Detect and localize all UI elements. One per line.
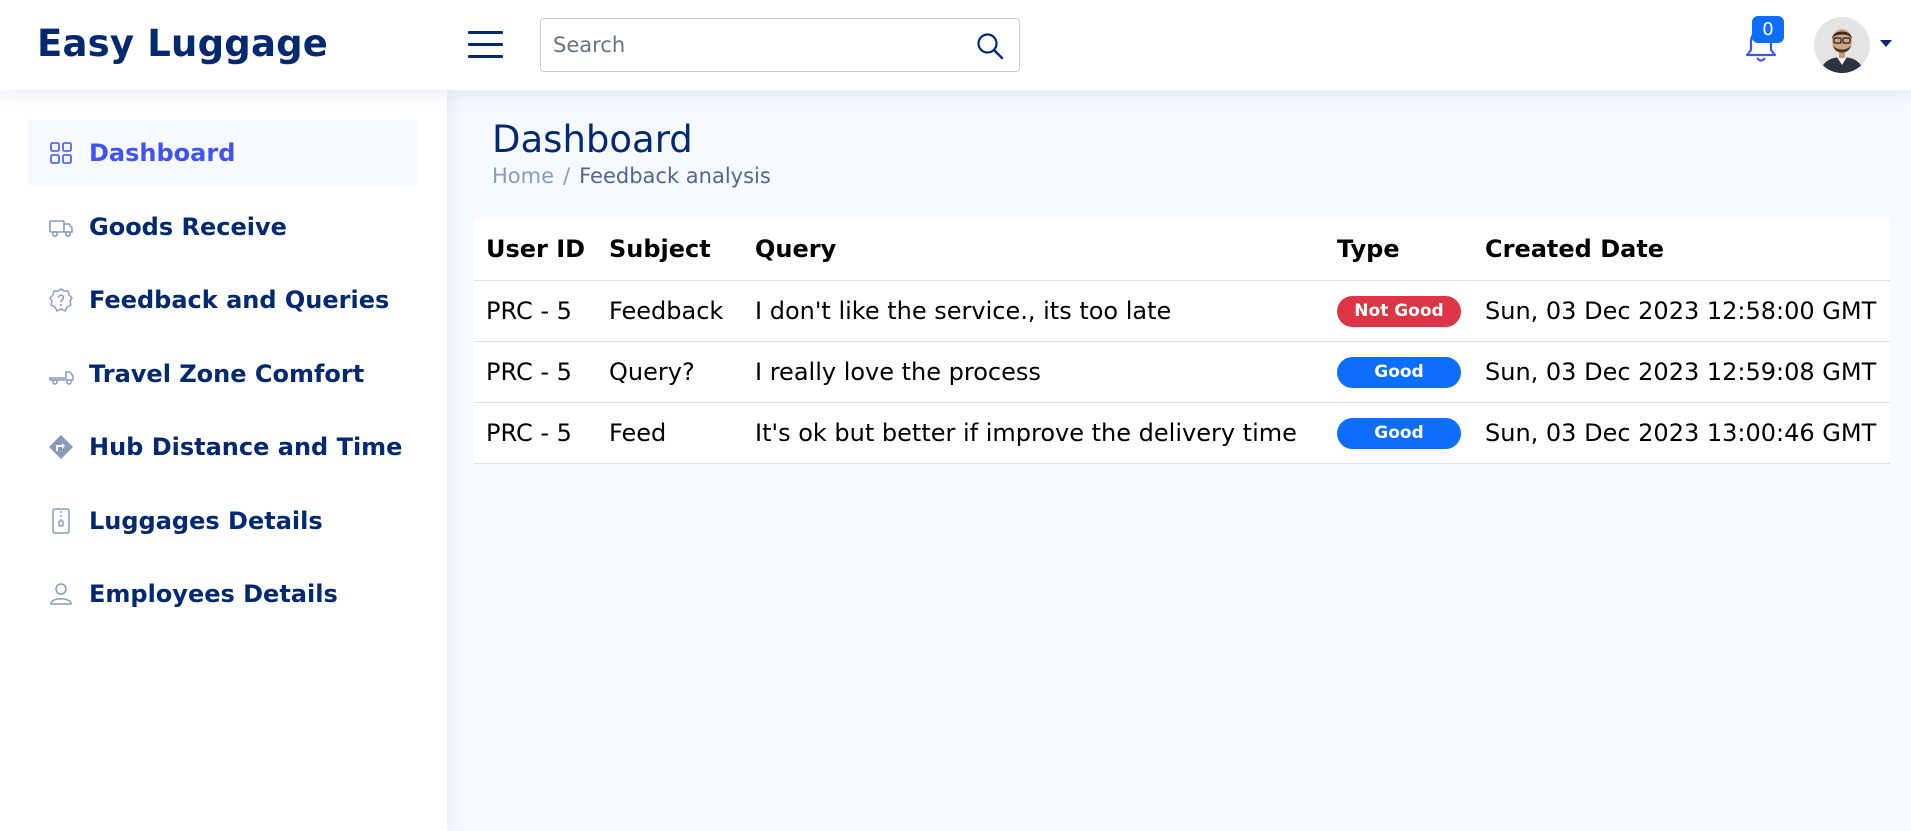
sidebar-item-label: Hub Distance and Time xyxy=(89,433,403,461)
notification-count-badge: 0 xyxy=(1752,16,1784,43)
cell-user-id: PRC - 5 xyxy=(474,280,597,342)
search-button[interactable] xyxy=(975,31,1005,61)
sidebar-item-feedback-and-queries[interactable]: Feedback and Queries xyxy=(28,267,417,333)
sidebar-item-label: Luggages Details xyxy=(89,507,323,535)
table-row[interactable]: PRC - 5 Feedback I don't like the servic… xyxy=(474,280,1890,342)
type-badge: Not Good xyxy=(1337,296,1461,327)
question-badge-icon xyxy=(49,288,73,312)
column-header-created-date[interactable]: Created Date xyxy=(1473,219,1890,281)
cell-subject: Query? xyxy=(597,341,743,403)
feedback-table: User ID Subject Query Type Created Date … xyxy=(474,219,1890,464)
cell-subject: Feedback xyxy=(597,280,743,342)
page-title: Dashboard xyxy=(492,118,693,161)
table-row[interactable]: PRC - 5 Query? I really love the process… xyxy=(474,341,1890,403)
type-badge: Good xyxy=(1337,357,1461,388)
sidebar: Dashboard Goods Receive Feedback and Que… xyxy=(0,90,447,831)
sign-turn-right-icon xyxy=(49,435,73,459)
grid-icon xyxy=(50,142,72,164)
menu-toggle-button[interactable] xyxy=(468,29,503,59)
cell-type: Not Good xyxy=(1325,280,1473,342)
cell-created-date: Sun, 03 Dec 2023 12:59:08 GMT xyxy=(1473,341,1890,403)
feedback-table-card: User ID Subject Query Type Created Date … xyxy=(474,219,1890,464)
cell-created-date: Sun, 03 Dec 2023 13:00:46 GMT xyxy=(1473,402,1890,464)
cell-user-id: PRC - 5 xyxy=(474,402,597,464)
sidebar-item-travel-zone-comfort[interactable]: Travel Zone Comfort xyxy=(28,341,417,407)
breadcrumb: Home / Feedback analysis xyxy=(492,164,771,188)
cell-query: I really love the process xyxy=(743,341,1325,403)
sidebar-item-hub-distance-and-time[interactable]: Hub Distance and Time xyxy=(28,414,417,480)
truck-icon xyxy=(49,220,73,237)
profile-photo-icon xyxy=(1814,17,1870,73)
column-header-type[interactable]: Type xyxy=(1325,219,1473,281)
cell-user-id: PRC - 5 xyxy=(474,341,597,403)
search-bar xyxy=(540,18,1020,72)
table-header-row: User ID Subject Query Type Created Date xyxy=(474,219,1890,281)
table-row[interactable]: PRC - 5 Feed It's ok but better if impro… xyxy=(474,402,1890,464)
breadcrumb-home-link[interactable]: Home xyxy=(492,164,554,188)
truck-flatbed-icon xyxy=(49,371,74,385)
column-header-query[interactable]: Query xyxy=(743,219,1325,281)
cell-type: Good xyxy=(1325,341,1473,403)
app-logo[interactable]: Easy Luggage xyxy=(37,22,328,65)
hamburger-icon xyxy=(468,31,503,34)
profile-dropdown-caret-icon[interactable] xyxy=(1880,40,1892,47)
user-avatar[interactable] xyxy=(1814,17,1870,73)
sidebar-item-goods-receive[interactable]: Goods Receive xyxy=(28,194,417,260)
cell-type: Good xyxy=(1325,402,1473,464)
cell-created-date: Sun, 03 Dec 2023 12:58:00 GMT xyxy=(1473,280,1890,342)
sidebar-item-label: Feedback and Queries xyxy=(89,286,390,314)
sidebar-item-label: Dashboard xyxy=(89,139,236,167)
sidebar-item-dashboard[interactable]: Dashboard xyxy=(28,120,417,186)
sidebar-item-label: Employees Details xyxy=(89,580,338,608)
breadcrumb-separator: / xyxy=(563,164,571,188)
cell-query: I don't like the service., its too late xyxy=(743,280,1325,342)
type-badge: Good xyxy=(1337,418,1461,449)
breadcrumb-current: Feedback analysis xyxy=(579,164,771,188)
cell-query: It's ok but better if improve the delive… xyxy=(743,402,1325,464)
person-icon xyxy=(50,583,72,605)
sidebar-item-employees-details[interactable]: Employees Details xyxy=(28,561,417,627)
sidebar-item-label: Travel Zone Comfort xyxy=(89,360,365,388)
top-header: Easy Luggage 0 xyxy=(0,0,1911,90)
file-zip-icon xyxy=(52,508,70,534)
sidebar-item-label: Goods Receive xyxy=(89,213,287,241)
column-header-user-id[interactable]: User ID xyxy=(474,219,597,281)
search-icon xyxy=(977,33,1004,60)
column-header-subject[interactable]: Subject xyxy=(597,219,743,281)
search-input[interactable] xyxy=(553,19,953,71)
sidebar-item-luggages-details[interactable]: Luggages Details xyxy=(28,488,417,554)
cell-subject: Feed xyxy=(597,402,743,464)
